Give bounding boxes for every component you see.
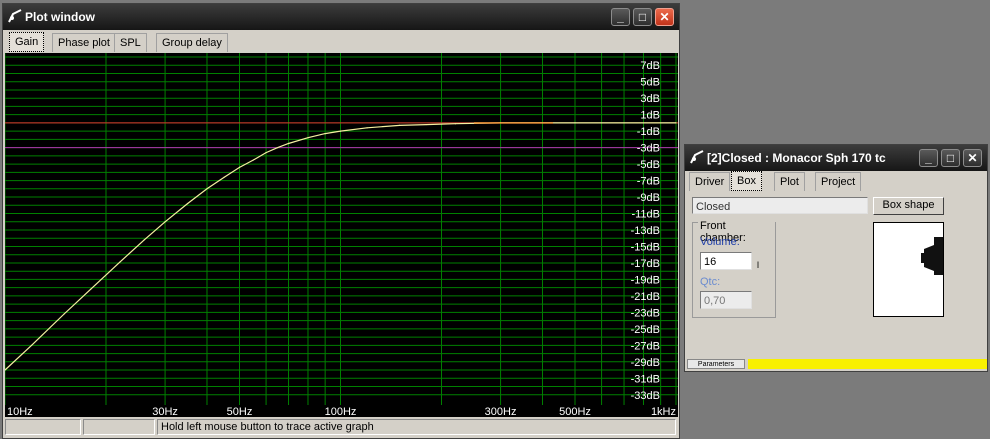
gain-point (223, 176, 225, 178)
y-tick-label: 5dB (640, 77, 660, 89)
parameters-tab[interactable]: Parameters (687, 359, 745, 369)
status-cell-1 (5, 419, 81, 435)
gain-point (324, 133, 326, 135)
x-tick-label: 10Hz (7, 406, 33, 417)
y-tick-label: -25dB (631, 324, 660, 336)
y-tick-label: -11dB (631, 209, 660, 221)
status-cell-2 (83, 419, 155, 435)
box-window: [2]Closed : Monacor Sph 170 tc _ □ ✕ Dri… (684, 144, 988, 372)
gain-point (675, 122, 677, 124)
gain-point (30, 344, 33, 346)
gain-point (119, 261, 121, 263)
y-tick-label: -29dB (631, 357, 660, 369)
y-tick-label: -21dB (631, 291, 660, 303)
x-tick-label: 100Hz (325, 406, 357, 417)
gain-point (252, 159, 254, 161)
box-type-field: Closed (692, 197, 868, 214)
tab-driver[interactable]: Driver (689, 172, 731, 191)
y-tick-label: -9dB (637, 192, 660, 204)
box-shape-button[interactable]: Box shape (873, 197, 944, 215)
tab-box[interactable]: Box (731, 171, 762, 191)
gain-point (398, 124, 401, 126)
gain-point (454, 123, 456, 125)
y-tick-label: -27dB (631, 340, 660, 352)
gain-point (277, 147, 279, 149)
x-tick-label: 30Hz (152, 406, 178, 417)
maximize-button[interactable]: □ (941, 149, 960, 167)
gain-point (143, 239, 145, 241)
app-icon (690, 150, 704, 164)
x-tick-label: 300Hz (485, 406, 517, 417)
y-tick-label: -5dB (637, 159, 660, 171)
qtc-input: 0,70 (700, 291, 752, 309)
qtc-label: Qtc: (700, 276, 721, 288)
y-tick-label: -19dB (631, 274, 660, 286)
gain-point (574, 122, 576, 124)
box-shape-preview (873, 222, 944, 317)
y-tick-label: -1dB (637, 126, 660, 138)
gain-point (425, 123, 427, 126)
plot-window: Plot window _ □ ✕ Gain Phase plot SPL Gr… (2, 3, 680, 439)
plot-window-title: Plot window (25, 10, 95, 24)
gain-chart[interactable]: 7dB 5dB 3dB 1dB -1dB -3dB -5dB -7dB -9dB -11dB -13… (5, 53, 678, 417)
y-tick-label: -7dB (637, 176, 660, 188)
app-icon (8, 9, 22, 23)
gain-plot[interactable]: 7dB 5dB 3dB 1dB -1dB -3dB -5dB -7dB -9dB -11dB -13… (5, 53, 678, 417)
y-tick-label: -31dB (631, 373, 660, 385)
gain-point (238, 166, 241, 168)
front-chamber-group: Front chamber: Volume: 16 l Qtc: 0,70 (692, 220, 776, 318)
volume-label: Volume: (700, 236, 740, 248)
gain-point (339, 130, 342, 132)
close-button[interactable]: ✕ (963, 149, 982, 167)
minimize-button[interactable]: _ (919, 149, 938, 167)
volume-unit: l (757, 260, 759, 270)
box-window-titlebar[interactable]: [2]Closed : Monacor Sph 170 tc _ □ ✕ (685, 145, 987, 171)
tab-project[interactable]: Project (815, 172, 862, 191)
y-tick-label: 3dB (640, 93, 660, 105)
box-window-title: [2]Closed : Monacor Sph 170 tc (707, 151, 886, 165)
y-tick-label: -23dB (631, 307, 660, 319)
gain-point (287, 142, 290, 145)
volume-input[interactable]: 16 (700, 252, 752, 270)
gain-point (206, 188, 208, 190)
tab-spl[interactable]: SPL (114, 33, 147, 52)
maximize-button[interactable]: □ (633, 8, 652, 26)
bottom-tab-strip: Parameters (685, 359, 987, 370)
tab-group-delay[interactable]: Group delay (156, 33, 228, 52)
speaker-driver-icon (921, 237, 943, 275)
minimize-button[interactable]: _ (611, 8, 630, 26)
plot-window-titlebar[interactable]: Plot window _ □ ✕ (3, 4, 679, 30)
x-tick-label: 1kHz (651, 406, 676, 417)
tab-phase-plot[interactable]: Phase plot (52, 33, 116, 52)
y-tick-label: -33dB (631, 390, 660, 402)
gain-point (63, 313, 65, 315)
gain-point (90, 288, 92, 290)
plot-status-bar: Hold left mouse button to trace active g… (5, 418, 678, 437)
tab-plot[interactable]: Plot (774, 172, 805, 191)
gain-point (307, 137, 309, 139)
plot-tabs: Gain Phase plot SPL Group delay (7, 32, 677, 53)
gain-point (366, 127, 368, 129)
gain-point (164, 221, 166, 223)
x-tick-label: 500Hz (559, 406, 591, 417)
gain-point (186, 203, 189, 205)
x-tick-label: 50Hz (227, 406, 253, 417)
y-tick-label: -17dB (631, 258, 660, 270)
y-tick-label: 1dB (640, 110, 660, 122)
box-tabs: Driver Box Plot Project (689, 171, 985, 192)
status-indicator (748, 359, 987, 369)
status-hint: Hold left mouse button to trace active g… (157, 419, 676, 435)
close-button[interactable]: ✕ (655, 8, 674, 26)
y-tick-label: -13dB (631, 225, 660, 237)
tab-gain[interactable]: Gain (9, 32, 45, 52)
gain-point (265, 151, 267, 154)
y-tick-label: 7dB (640, 60, 660, 72)
y-tick-label: -3dB (637, 143, 660, 155)
y-tick-label: -15dB (631, 241, 660, 253)
